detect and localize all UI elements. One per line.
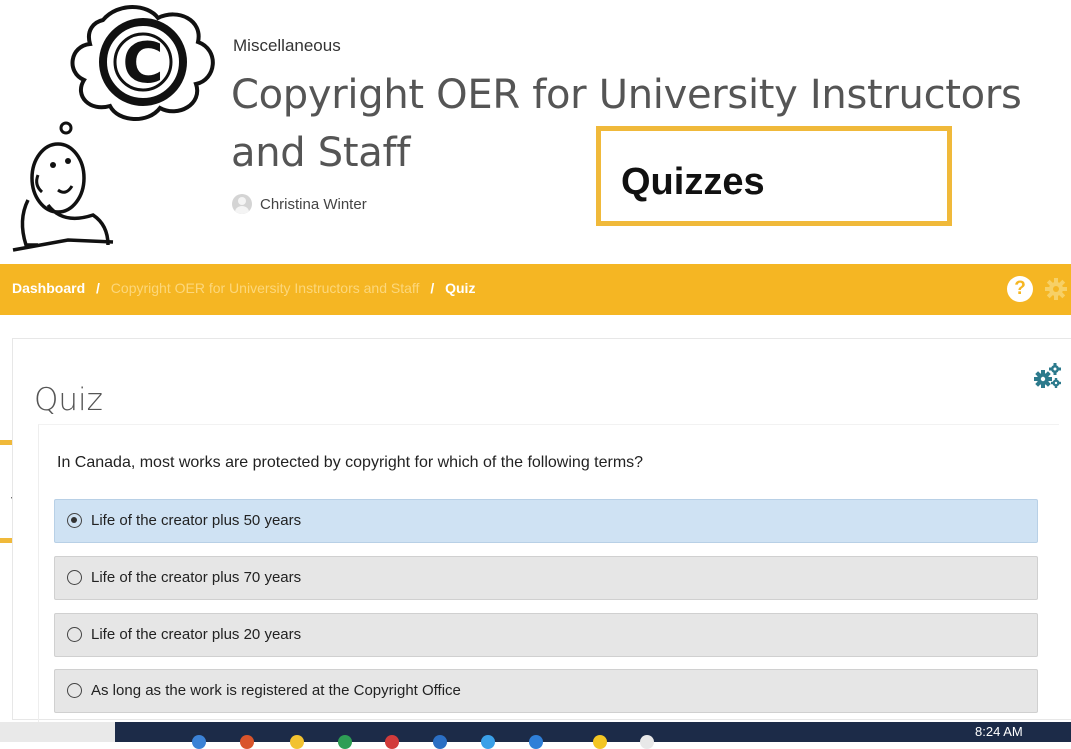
quiz-option[interactable]: Life of the creator plus 20 years: [54, 613, 1038, 657]
avatar: [232, 194, 252, 214]
taskbar-app-icon[interactable]: [385, 735, 399, 749]
option-label: Life of the creator plus 20 years: [91, 626, 302, 643]
radio-selected-icon[interactable]: [67, 513, 82, 528]
radio-icon[interactable]: [67, 683, 82, 698]
callout-label: Quizzes: [621, 161, 765, 203]
breadcrumb-separator: /: [96, 280, 100, 296]
quiz-option[interactable]: As long as the work is registered at the…: [54, 669, 1038, 713]
breadcrumb-dashboard[interactable]: Dashboard: [12, 280, 85, 296]
taskbar-app-icon[interactable]: [481, 735, 495, 749]
taskbar-app-icon[interactable]: [433, 735, 447, 749]
page-title: Quiz: [34, 382, 103, 418]
radio-icon[interactable]: [67, 627, 82, 642]
quizzes-callout: Quizzes: [596, 126, 952, 226]
breadcrumb: Dashboard / Copyright OER for University…: [12, 280, 475, 296]
taskbar-app-icon[interactable]: [290, 735, 304, 749]
author-name: Christina Winter: [260, 195, 367, 213]
taskbar-app-icon[interactable]: [593, 735, 607, 749]
taskbar-app-icon[interactable]: [192, 735, 206, 749]
gear-icon[interactable]: [1043, 276, 1069, 302]
breadcrumb-quiz[interactable]: Quiz: [445, 280, 475, 296]
course-author[interactable]: Christina Winter: [232, 194, 367, 214]
svg-text:C: C: [122, 31, 163, 96]
course-category: Miscellaneous: [233, 36, 341, 55]
option-label: As long as the work is registered at the…: [91, 682, 461, 699]
option-label: Life of the creator plus 50 years: [91, 512, 302, 529]
copyright-thought-bubble-icon: C: [12, 5, 215, 252]
taskbar-app-icon[interactable]: [338, 735, 352, 749]
question-text: In Canada, most works are protected by c…: [57, 454, 644, 471]
radio-icon[interactable]: [67, 570, 82, 585]
taskbar-clock: 8:24 AM: [975, 724, 1023, 739]
option-label: Life of the creator plus 70 years: [91, 569, 302, 586]
quiz-option[interactable]: Life of the creator plus 70 years: [54, 556, 1038, 600]
help-icon[interactable]: ?: [1007, 276, 1033, 302]
taskbar-app-icon[interactable]: [640, 735, 654, 749]
settings-cogs-icon[interactable]: [1032, 360, 1064, 392]
taskbar-app-icon[interactable]: [529, 735, 543, 749]
breadcrumb-bar: Dashboard / Copyright OER for University…: [0, 264, 1071, 315]
breadcrumb-course[interactable]: Copyright OER for University Instructors…: [111, 280, 420, 296]
taskbar-app-icon[interactable]: [240, 735, 254, 749]
breadcrumb-separator: /: [430, 280, 435, 296]
quiz-option[interactable]: Life of the creator plus 50 years: [54, 499, 1038, 543]
